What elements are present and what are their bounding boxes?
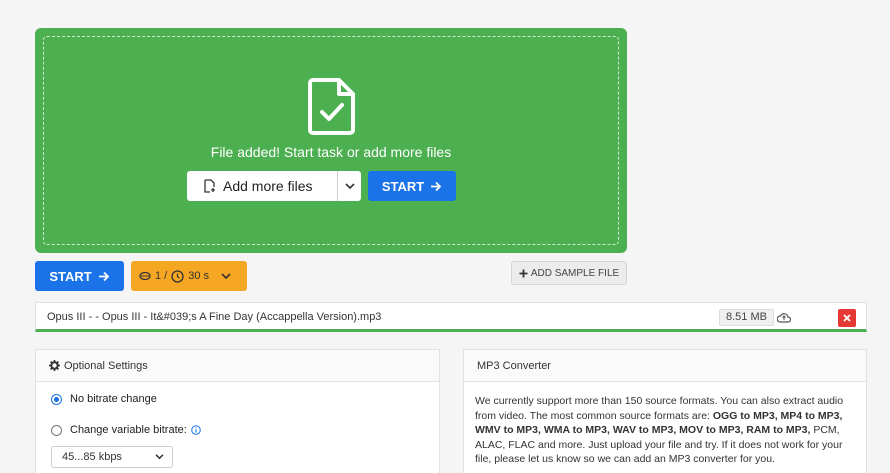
info-icon[interactable] — [190, 425, 201, 435]
file-name: Opus III - - Opus III - It&#039;s A Fine… — [47, 311, 382, 323]
info-title: MP3 Converter — [477, 359, 551, 372]
file-check-icon — [308, 78, 355, 135]
gear-icon — [49, 360, 60, 371]
start-button[interactable]: START — [35, 261, 124, 291]
bitrate-value: 45...85 kbps — [62, 451, 122, 463]
option-label: Change variable bitrate: — [70, 424, 187, 436]
radio-no-bitrate-change[interactable] — [51, 393, 62, 405]
start-label: START — [381, 178, 425, 194]
info-header: MP3 Converter — [464, 350, 866, 382]
coin-icon — [139, 271, 151, 281]
chevron-down-icon — [221, 272, 231, 279]
settings-header: Optional Settings — [36, 350, 439, 382]
start-label: START — [49, 268, 92, 284]
limits-count: 1 / — [155, 270, 168, 282]
dropzone-border — [43, 36, 619, 245]
remove-file-button[interactable] — [838, 309, 856, 327]
clock-icon — [171, 269, 184, 283]
add-more-dropdown-toggle[interactable] — [337, 171, 361, 201]
option-label: No bitrate change — [70, 393, 157, 405]
plus-icon — [519, 269, 528, 277]
close-icon — [843, 314, 851, 322]
settings-title: Optional Settings — [64, 359, 148, 372]
arrow-right-icon — [98, 271, 109, 281]
dropzone-message: File added! Start task or add more files — [210, 144, 452, 160]
task-limits-button[interactable]: 1 / 30 s — [131, 261, 247, 291]
option-change-variable-bitrate[interactable]: Change variable bitrate: — [51, 424, 201, 436]
mp3-converter-info-panel: MP3 Converter We currently support more … — [463, 349, 867, 473]
file-row: Opus III - - Opus III - It&#039;s A Fine… — [35, 302, 867, 332]
sample-label: ADD SAMPLE FILE — [530, 267, 620, 279]
optional-settings-panel: Optional Settings No bitrate change Chan… — [35, 349, 440, 473]
add-more-files-label: Add more files — [223, 178, 313, 194]
chevron-down-icon — [155, 454, 164, 460]
bitrate-select[interactable]: 45...85 kbps — [51, 446, 173, 468]
chevron-down-icon — [344, 182, 355, 189]
add-sample-file-button[interactable]: ADD SAMPLE FILE — [511, 261, 627, 285]
dropzone-start-button[interactable]: START — [368, 171, 456, 201]
limits-time: 30 s — [188, 270, 210, 282]
info-text: We currently support more than 150 sourc… — [475, 394, 855, 467]
cloud-upload-icon[interactable] — [777, 311, 791, 324]
dropzone[interactable]: File added! Start task or add more files… — [35, 28, 627, 253]
add-more-files-button[interactable]: Add more files — [187, 171, 361, 201]
file-size: 8.51 MB — [719, 309, 774, 326]
arrow-right-icon — [431, 181, 442, 191]
option-no-bitrate-change[interactable]: No bitrate change — [51, 393, 157, 405]
file-add-icon — [204, 179, 215, 193]
radio-change-variable-bitrate[interactable] — [51, 424, 62, 436]
